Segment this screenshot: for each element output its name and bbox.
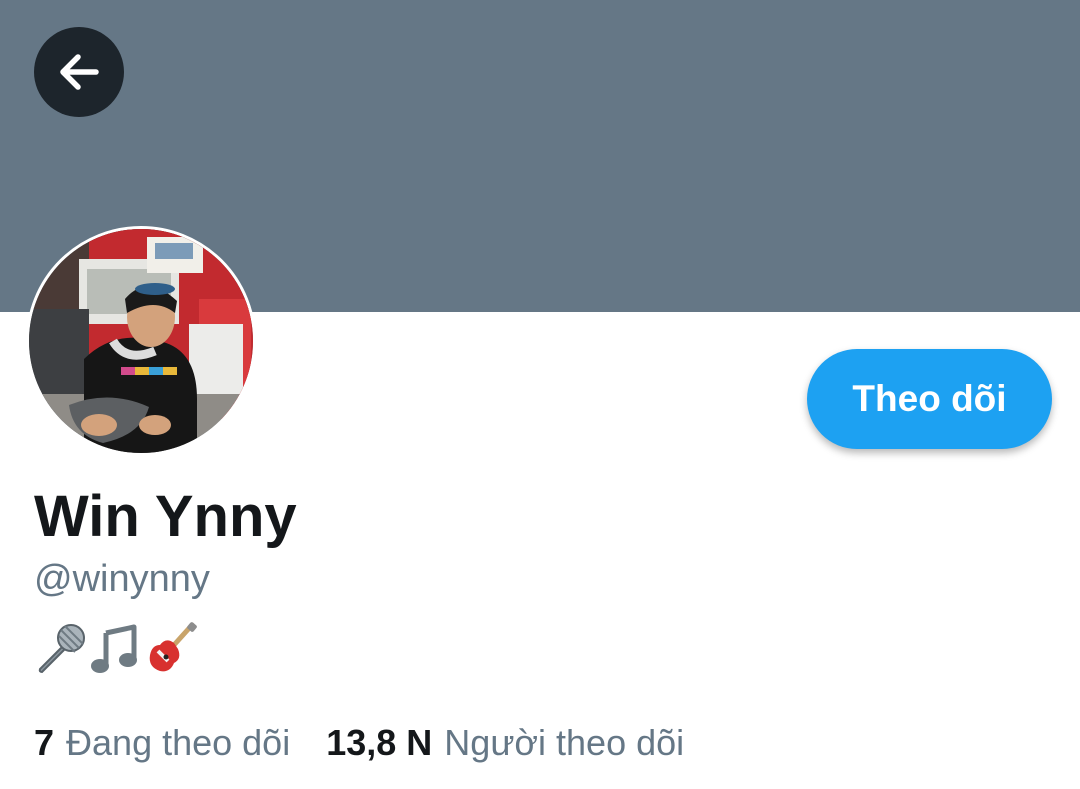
bio: [34, 620, 198, 676]
display-name: Win Ynny: [34, 484, 297, 549]
arrow-left-icon: [60, 54, 99, 90]
user-handle: @winynny: [34, 558, 210, 600]
profile-stats: 7 Đang theo dõi 13,8 N Người theo dõi: [34, 718, 684, 768]
profile-photo: [29, 229, 253, 453]
follow-button-label: Theo dõi: [852, 378, 1007, 419]
back-button[interactable]: [34, 27, 124, 117]
following-label: Đang theo dõi: [66, 722, 291, 763]
musical-note-icon: [91, 624, 137, 673]
followers-count: 13,8 N: [326, 722, 433, 763]
guitar-icon: [149, 622, 197, 672]
followers-label: Người theo dõi: [444, 722, 685, 763]
following-count: 7: [34, 722, 55, 763]
followers-link[interactable]: 13,8 N Người theo dõi: [326, 718, 684, 768]
profile-page: Theo dõi Win Ynny @winynny 7 Đang theo d…: [0, 0, 1080, 789]
avatar[interactable]: [26, 226, 256, 456]
microphone-icon: [38, 624, 85, 674]
follow-button[interactable]: Theo dõi: [807, 349, 1052, 449]
following-link[interactable]: 7 Đang theo dõi: [34, 718, 290, 768]
